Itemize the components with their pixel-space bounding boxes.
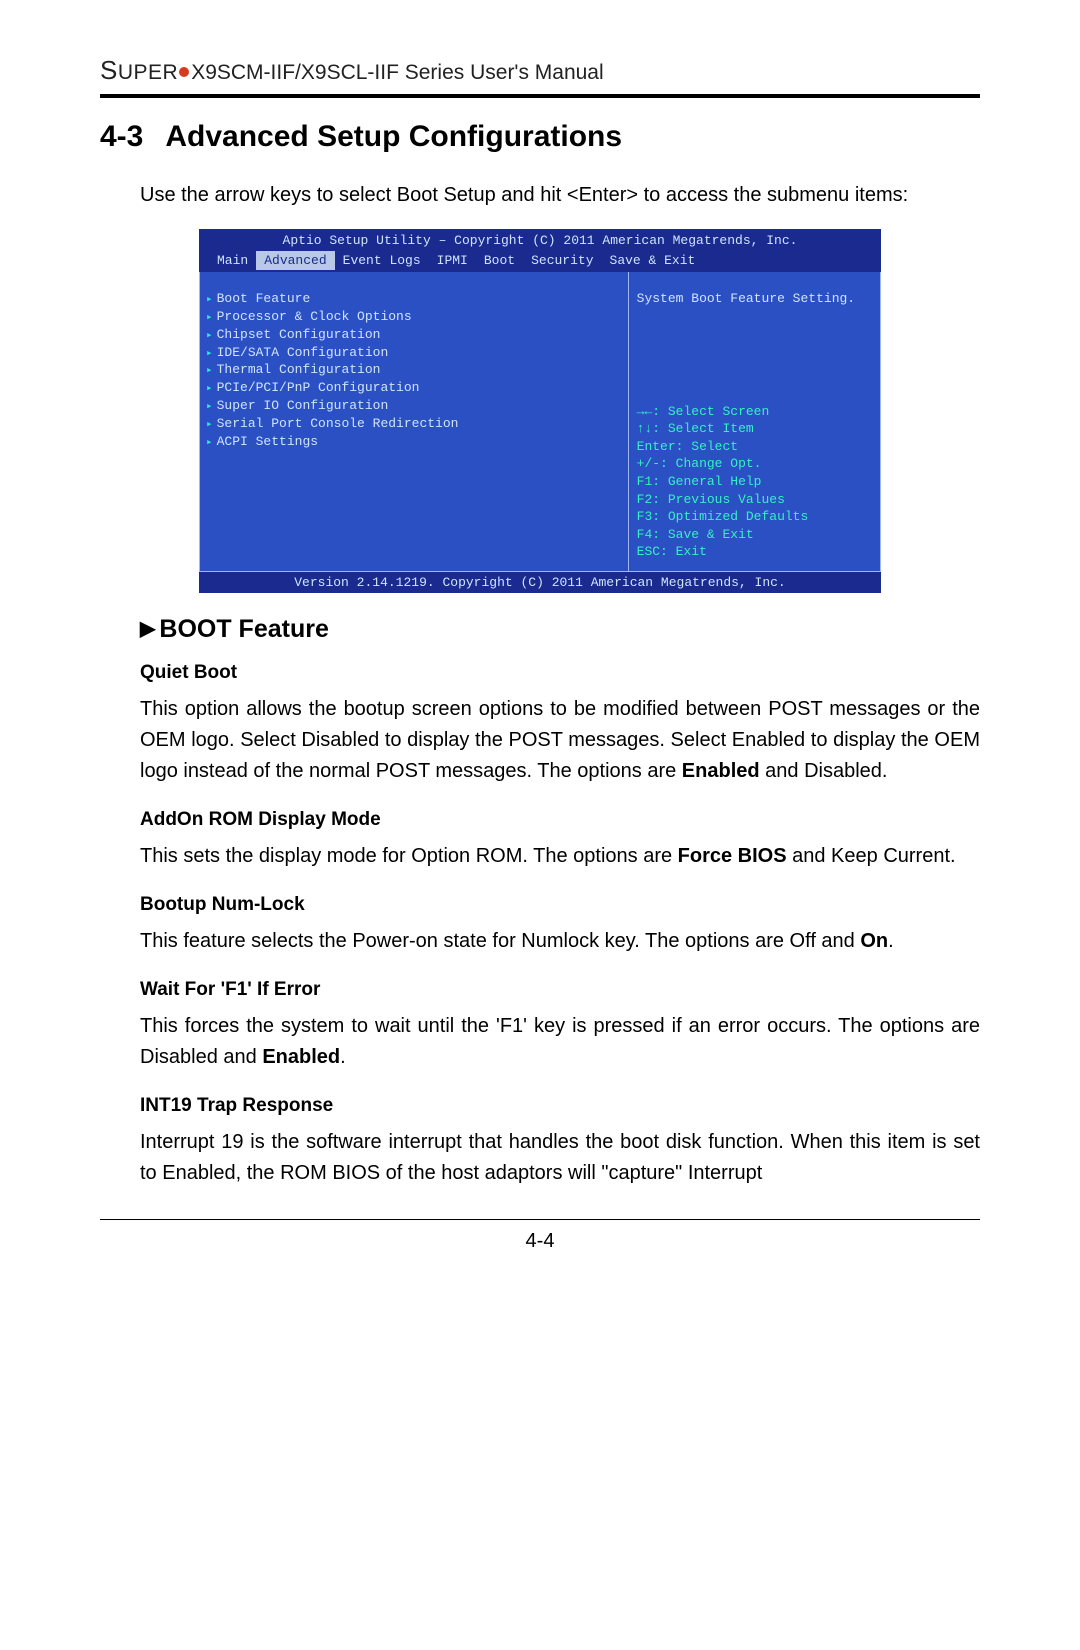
bios-body: Boot FeatureProcessor & Clock OptionsChi… xyxy=(199,272,881,572)
section-number: 4-3 xyxy=(100,120,143,153)
option-body: Interrupt 19 is the software interrupt t… xyxy=(140,1127,980,1189)
bios-menu-item: Serial Port Console Redirection xyxy=(206,415,622,433)
option-block: INT19 Trap Response Interrupt 19 is the s… xyxy=(100,1095,980,1189)
manual-page: SUPER X9SCM-IIF/X9SCL-IIF Series User's … xyxy=(0,0,1080,1650)
bios-menu-item: Chipset Configuration xyxy=(206,326,622,344)
bios-help-pane: System Boot Feature Setting. →←: Select … xyxy=(629,272,881,572)
bios-tab-bar: MainAdvancedEvent LogsIPMIBootSecuritySa… xyxy=(199,251,881,273)
option-title: Bootup Num-Lock xyxy=(140,894,980,916)
bios-menu-item: Processor & Clock Options xyxy=(206,308,622,326)
bios-tab: Security xyxy=(523,251,601,271)
bios-menu-item: Boot Feature xyxy=(206,290,622,308)
section-intro: Use the arrow keys to select Boot Setup … xyxy=(100,180,980,211)
bios-tab: Boot xyxy=(476,251,523,271)
header-rule xyxy=(100,94,980,98)
option-body: This option allows the bootup screen opt… xyxy=(140,694,980,787)
option-title: Quiet Boot xyxy=(140,662,980,684)
brand-suffix: UPER xyxy=(118,61,178,84)
bios-menu-item: ACPI Settings xyxy=(206,433,622,451)
bios-key-hints: →←: Select Screen ↑↓: Select Item Enter:… xyxy=(637,403,872,561)
option-title: AddOn ROM Display Mode xyxy=(140,809,980,831)
boot-feature-label: BOOT Feature xyxy=(159,615,328,643)
bios-menu-item: PCIe/PCI/PnP Configuration xyxy=(206,379,622,397)
bios-tab: Advanced xyxy=(256,251,334,271)
section-title: Advanced Setup Configurations xyxy=(165,120,622,153)
option-title: INT19 Trap Response xyxy=(140,1095,980,1117)
bios-screenshot: Aptio Setup Utility – Copyright (C) 2011… xyxy=(199,229,881,593)
boot-feature-heading: ▶BOOT Feature xyxy=(140,615,980,644)
bios-menu-item: Super IO Configuration xyxy=(206,397,622,415)
option-body: This sets the display mode for Option RO… xyxy=(140,841,980,872)
page-number: 4-4 xyxy=(100,1230,980,1253)
bios-help-text: System Boot Feature Setting. xyxy=(637,290,872,308)
option-body: This feature selects the Power-on state … xyxy=(140,926,980,957)
option-block: Bootup Num-Lock This feature selects the … xyxy=(100,894,980,957)
bios-menu: Boot FeatureProcessor & Clock OptionsChi… xyxy=(199,272,629,572)
section-heading: 4-3 Advanced Setup Configurations xyxy=(100,120,980,154)
bios-footer: Version 2.14.1219. Copyright (C) 2011 Am… xyxy=(199,572,881,594)
bios-tab: Event Logs xyxy=(335,251,429,271)
option-block: Wait For 'F1' If Error This forces the sy… xyxy=(100,979,980,1073)
option-block: Quiet Boot This option allows the bootup … xyxy=(100,662,980,787)
option-block: AddOn ROM Display Mode This sets the disp… xyxy=(100,809,980,872)
bios-tab: Main xyxy=(209,251,256,271)
option-body: This forces the system to wait until the… xyxy=(140,1011,980,1073)
bios-menu-item: IDE/SATA Configuration xyxy=(206,344,622,362)
brand-dot-icon xyxy=(179,67,189,77)
option-title: Wait For 'F1' If Error xyxy=(140,979,980,1001)
brand-logo: SUPER xyxy=(100,55,178,86)
caret-right-icon: ▶ xyxy=(140,616,155,641)
bios-title: Aptio Setup Utility – Copyright (C) 2011… xyxy=(199,229,881,251)
product-title: X9SCM-IIF/X9SCL-IIF Series User's Manual xyxy=(191,61,603,85)
bios-tab: IPMI xyxy=(429,251,476,271)
page-header: SUPER X9SCM-IIF/X9SCL-IIF Series User's … xyxy=(100,55,980,86)
bios-menu-item: Thermal Configuration xyxy=(206,361,622,379)
bios-tab: Save & Exit xyxy=(602,251,704,271)
footer-rule xyxy=(100,1219,980,1220)
